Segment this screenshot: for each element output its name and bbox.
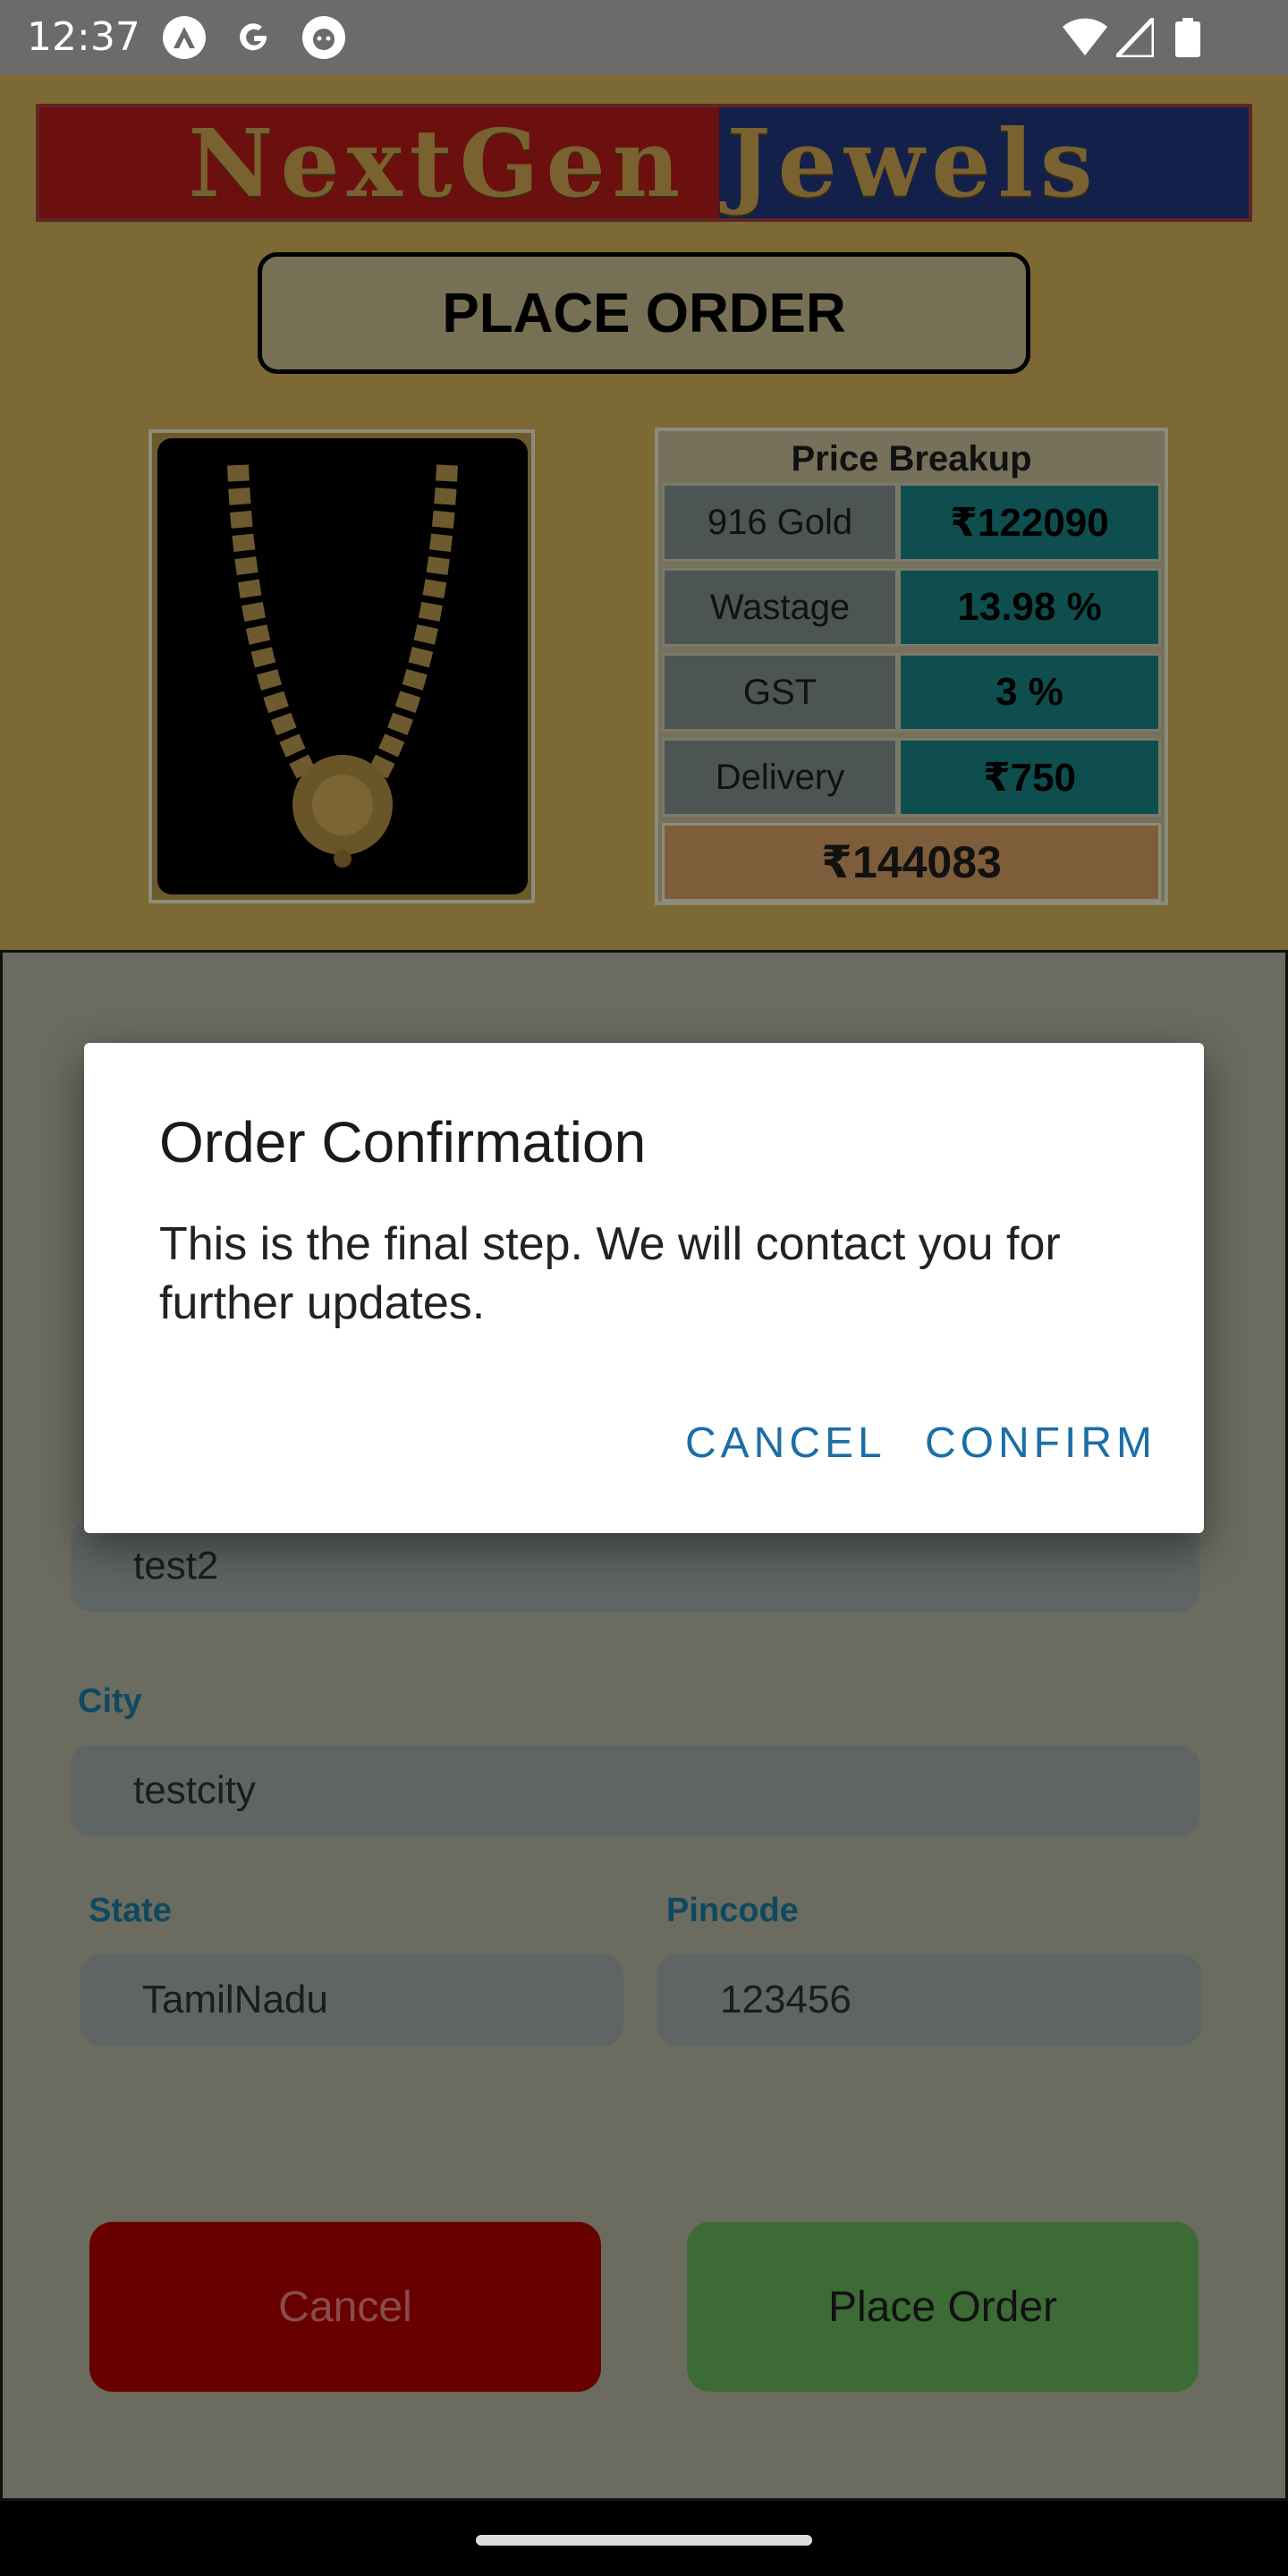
page-title: PLACE ORDER bbox=[258, 252, 1030, 374]
navigation-bar bbox=[0, 2501, 1288, 2576]
price-breakup-header: Price Breakup bbox=[791, 439, 1032, 479]
price-total: ₹144083 bbox=[662, 823, 1161, 902]
address-line2-field[interactable]: test2 bbox=[71, 1521, 1199, 1612]
order-summary-area: NextGen Jewels PLACE ORDER Price Breakup… bbox=[0, 75, 1288, 950]
home-gesture-handle[interactable] bbox=[476, 2535, 812, 2546]
state-label: State bbox=[89, 1892, 172, 1929]
pincode-label: Pincode bbox=[666, 1892, 799, 1929]
signal-icon bbox=[1111, 12, 1157, 62]
state-field[interactable]: TamilNadu bbox=[80, 1954, 623, 2046]
dialog-message: This is the final step. We will contact … bbox=[159, 1218, 1061, 1329]
price-row-value: ₹750 bbox=[898, 738, 1161, 817]
price-row: Wastage 13.98 % bbox=[662, 568, 1161, 647]
price-row-label: Delivery bbox=[662, 738, 898, 817]
price-row-label: Wastage bbox=[662, 568, 898, 647]
price-row-value: ₹122090 bbox=[898, 483, 1161, 562]
cancel-button[interactable]: Cancel bbox=[89, 2222, 601, 2392]
price-row-value: 3 % bbox=[898, 653, 1161, 732]
status-bar: 12:37 bbox=[0, 0, 1288, 75]
status-time: 12:37 bbox=[27, 14, 140, 60]
place-order-button[interactable]: Place Order bbox=[687, 2222, 1199, 2392]
brand-name: NextGen Jewels bbox=[188, 107, 1100, 218]
price-row-value: 13.98 % bbox=[898, 568, 1161, 647]
city-field[interactable]: testcity bbox=[71, 1745, 1199, 1836]
gold-necklace-icon bbox=[157, 438, 528, 894]
battery-icon bbox=[1175, 18, 1200, 62]
price-row-label: GST bbox=[662, 653, 898, 732]
brand-banner: NextGen Jewels bbox=[36, 104, 1252, 222]
app-a-icon bbox=[163, 16, 206, 59]
price-row: GST 3 % bbox=[662, 653, 1161, 732]
pincode-field[interactable]: 123456 bbox=[657, 1954, 1201, 2046]
dialog-title: Order Confirmation bbox=[159, 1110, 647, 1174]
price-breakup-table: Price Breakup 916 Gold ₹122090 Wastage 1… bbox=[655, 428, 1168, 905]
price-row-label: 916 Gold bbox=[662, 483, 898, 562]
google-g-icon bbox=[233, 16, 275, 59]
wifi-icon bbox=[1063, 18, 1107, 62]
android-head-icon bbox=[302, 16, 345, 59]
dialog-confirm-button[interactable]: CONFIRM bbox=[925, 1419, 1157, 1468]
city-label: City bbox=[78, 1682, 142, 1720]
price-row: 916 Gold ₹122090 bbox=[662, 483, 1161, 562]
dialog-cancel-button[interactable]: CANCEL bbox=[685, 1419, 886, 1468]
order-confirmation-dialog: Order Confirmation This is the final ste… bbox=[84, 1043, 1204, 1533]
product-image-frame bbox=[148, 429, 535, 903]
price-row: Delivery ₹750 bbox=[662, 738, 1161, 817]
